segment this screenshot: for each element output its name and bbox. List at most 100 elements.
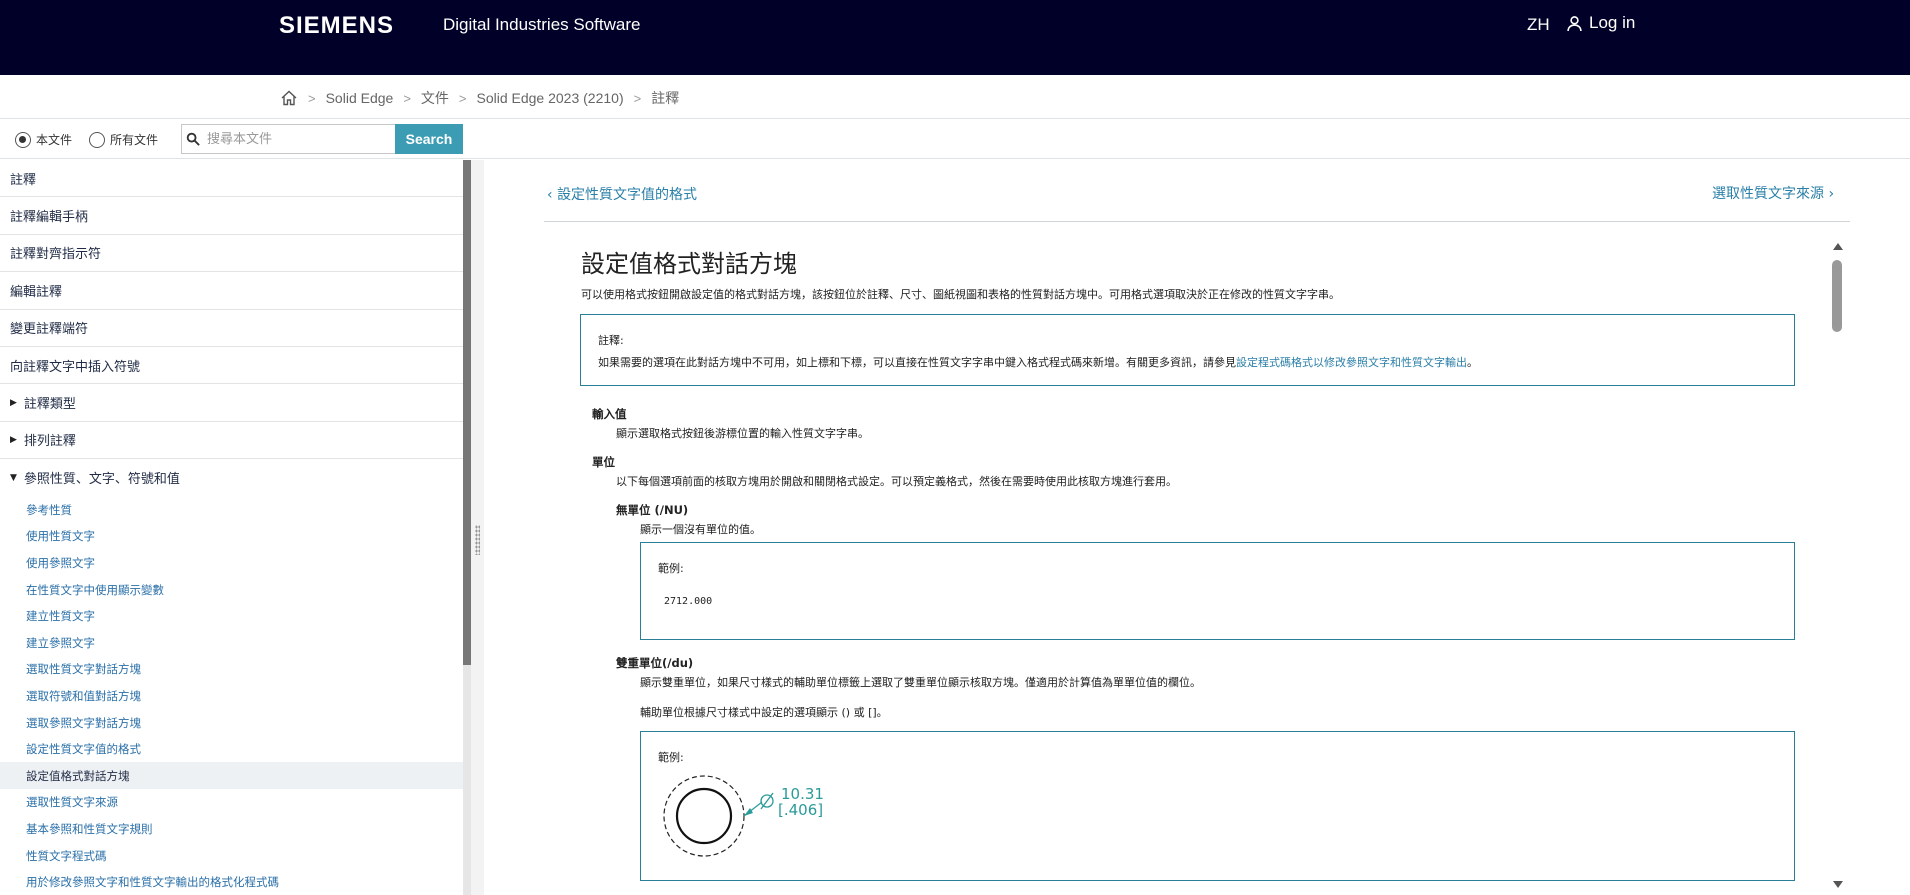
toc-sidebar: 註釋 註釋編輯手柄 註釋對齊指示符 編輯註釋 變更註釋端符 向註釋文字中插入符號… — [0, 160, 463, 895]
def-no-unit: 顯示一個沒有單位的值。 — [640, 523, 761, 536]
next-topic-link[interactable]: 選取性質文字來源 › — [1712, 183, 1834, 203]
search-field — [181, 124, 395, 154]
toc-item-label: 註釋編輯手柄 — [10, 210, 89, 226]
example-label: 範例: — [658, 562, 684, 575]
search-button[interactable]: Search — [395, 124, 463, 154]
toc-item-label: 編輯註釋 — [10, 284, 63, 300]
toc-subitem[interactable]: 性質文字程式碼 — [0, 842, 463, 869]
caret-right-icon[interactable]: ▶ — [10, 435, 17, 445]
previous-topic-link[interactable]: ‹ 設定性質文字值的格式 — [547, 184, 697, 204]
toc-subitem[interactable]: 用於修改參照文字和性質文字輸出的格式化程式碼 — [0, 869, 463, 895]
dimension-illustration: 10.31 [.406] — [663, 775, 824, 857]
top-bar: SIEMENS Digital Industries Software ZH L… — [0, 0, 1910, 75]
toc-item-expanded[interactable]: ▼ 參照性質、文字、符號和值 — [0, 459, 463, 496]
main-content: ‹ 設定性質文字值的格式 選取性質文字來源 › 設定值格式對話方塊 可以使用格式… — [484, 160, 1910, 895]
toc-subitem[interactable]: 建立性質文字 — [0, 603, 463, 630]
search-icon — [186, 132, 200, 146]
def-unit: 以下每個選項前面的核取方塊用於開啟和關閉格式設定。可以預定義格式，然後在需要時使… — [616, 475, 1177, 488]
login-label: Log in — [1589, 13, 1636, 32]
site-tagline[interactable]: Digital Industries Software — [443, 15, 640, 35]
toc-subitem[interactable]: 選取性質文字對話方塊 — [0, 656, 463, 683]
toc-subitem[interactable]: 在性質文字中使用顯示變數 — [0, 576, 463, 603]
toc-subitem[interactable]: 設定性質文字值的格式 — [0, 736, 463, 763]
breadcrumb-item-solid-edge[interactable]: Solid Edge — [326, 90, 394, 106]
sidebar-scrollbar-thumb[interactable] — [463, 160, 471, 665]
breadcrumb-item-current: 註釋 — [651, 90, 680, 106]
breadcrumb-item-docs[interactable]: 文件 — [421, 88, 449, 108]
caret-right-icon[interactable]: ▶ — [10, 398, 17, 408]
toc-item-collapsed[interactable]: ▶ 註釋類型 — [0, 384, 463, 422]
breadcrumb-item-version[interactable]: Solid Edge 2023 (2210) — [477, 90, 624, 106]
toc-subitem[interactable]: 使用性質文字 — [0, 523, 463, 550]
def-input-value: 顯示選取格式按鈕後游標位置的輸入性質文字字串。 — [616, 427, 869, 440]
toc-subitem[interactable]: 基本參照和性質文字規則 — [0, 816, 463, 843]
toc-item-label: 參照性質、文字、符號和值 — [23, 472, 180, 488]
caret-down-icon[interactable]: ▼ — [10, 473, 17, 483]
note-text: 如果需要的選項在此對話方塊中不可用，如上標和下標，可以直接在性質文字字串中鍵入格… — [598, 354, 1478, 370]
radio-all-documents[interactable]: 所有文件 — [89, 131, 158, 148]
next-topic-label: 選取性質文字來源 — [1712, 186, 1824, 202]
radio-dot-selected[interactable] — [15, 131, 31, 148]
sidebar-scrollbar[interactable] — [463, 160, 471, 895]
example-label: 範例: — [658, 751, 684, 764]
user-icon — [1567, 15, 1582, 31]
login-button[interactable]: Log in — [1566, 13, 1635, 33]
toc-item[interactable]: 註釋 — [0, 160, 463, 198]
document-scrollbar[interactable] — [1830, 240, 1844, 888]
toc-item-label: 註釋 — [10, 172, 37, 188]
def-dual-unit-note: 輔助單位根據尺寸樣式中設定的選項顯示 () 或 []。 — [640, 706, 888, 719]
toc-subitem[interactable]: 選取符號和值對話方塊 — [0, 683, 463, 710]
language-switch[interactable]: ZH — [1527, 15, 1550, 35]
toc-item[interactable]: 變更註釋端符 — [0, 310, 463, 347]
term-no-unit: 無單位 (/NU) — [616, 503, 689, 517]
toc-item-label: 向註釋文字中插入符號 — [10, 359, 141, 375]
toc-item[interactable]: 向註釋文字中插入符號 — [0, 347, 463, 385]
chevron-left-icon: ‹ — [547, 187, 558, 203]
def-dual-unit: 顯示雙重單位，如果尺寸樣式的輔助單位標籤上選取了雙重單位顯示核取方塊。僅適用於計… — [640, 676, 1201, 689]
toc-item-label: 註釋類型 — [23, 397, 76, 413]
toc-item[interactable]: 註釋對齊指示符 — [0, 235, 463, 273]
toc-item-collapsed[interactable]: ▶ 排列註釋 — [0, 422, 463, 460]
grip-dots-icon — [475, 525, 480, 555]
breadcrumb-bar: > Solid Edge > 文件 > Solid Edge 2023 (221… — [0, 75, 1910, 119]
toc-subitem[interactable]: 建立參照文字 — [0, 629, 463, 656]
toc-item[interactable]: 編輯註釋 — [0, 272, 463, 310]
search-input[interactable] — [207, 131, 377, 147]
breadcrumb-separator: > — [458, 90, 467, 106]
radio-dot[interactable] — [89, 131, 105, 148]
toc-item[interactable]: 註釋編輯手柄 — [0, 197, 463, 235]
document-scrollbar-thumb[interactable] — [1832, 260, 1842, 332]
toc-subitem[interactable]: 選取性質文字來源 — [0, 789, 463, 816]
note-label: 註釋: — [598, 334, 624, 347]
scroll-up-arrow-icon[interactable] — [1833, 243, 1843, 250]
home-icon[interactable] — [280, 89, 298, 107]
toc-subitem[interactable]: 參考性質 — [0, 497, 463, 524]
siemens-logo[interactable]: SIEMENS — [279, 12, 394, 40]
note-end: 。 — [1467, 356, 1478, 369]
toc-subitem-active[interactable]: 設定值格式對話方塊 — [0, 762, 463, 790]
radio-this-document[interactable]: 本文件 — [15, 131, 72, 148]
radio-all-documents-label: 所有文件 — [110, 133, 159, 147]
document-frame: 設定值格式對話方塊 可以使用格式按鈕開啟設定值的格式對話方塊，該按鈕位於註釋、尺… — [544, 240, 1824, 895]
toc-item-label: 變更註釋端符 — [10, 322, 89, 338]
format-codes-link[interactable]: 設定程式碼格式以修改參照文字和性質文字輸出 — [1236, 356, 1467, 369]
toc-subitem[interactable]: 選取參照文字對話方塊 — [0, 709, 463, 736]
breadcrumb-separator: > — [633, 90, 642, 106]
search-bar: 本文件 所有文件 Search — [0, 119, 1910, 159]
toc-item-label: 註釋對齊指示符 — [10, 247, 102, 263]
intro-paragraph: 可以使用格式按鈕開啟設定值的格式對話方塊，該按鈕位於註釋、尺寸、圖紙視圖和表格的… — [581, 288, 1340, 301]
toc-subitem[interactable]: 使用參照文字 — [0, 550, 463, 577]
example-box-no-unit: 範例: 2712.000 — [640, 542, 1795, 640]
breadcrumb-separator: > — [403, 90, 411, 106]
dimension-secondary: [.406] — [778, 801, 823, 819]
term-unit: 單位 — [592, 455, 615, 469]
page-title: 設定值格式對話方塊 — [581, 250, 797, 278]
note-box: 註釋: 如果需要的選項在此對話方塊中不可用，如上標和下標，可以直接在性質文字字串… — [580, 314, 1795, 386]
chevron-right-icon: › — [1824, 186, 1835, 202]
scroll-down-arrow-icon[interactable] — [1833, 881, 1843, 888]
example-value: 2712.000 — [664, 596, 713, 607]
radio-this-document-label: 本文件 — [36, 133, 73, 147]
sidebar-resize-handle[interactable] — [471, 160, 484, 895]
divider — [544, 221, 1850, 222]
breadcrumb: > Solid Edge > 文件 > Solid Edge 2023 (221… — [280, 88, 679, 108]
